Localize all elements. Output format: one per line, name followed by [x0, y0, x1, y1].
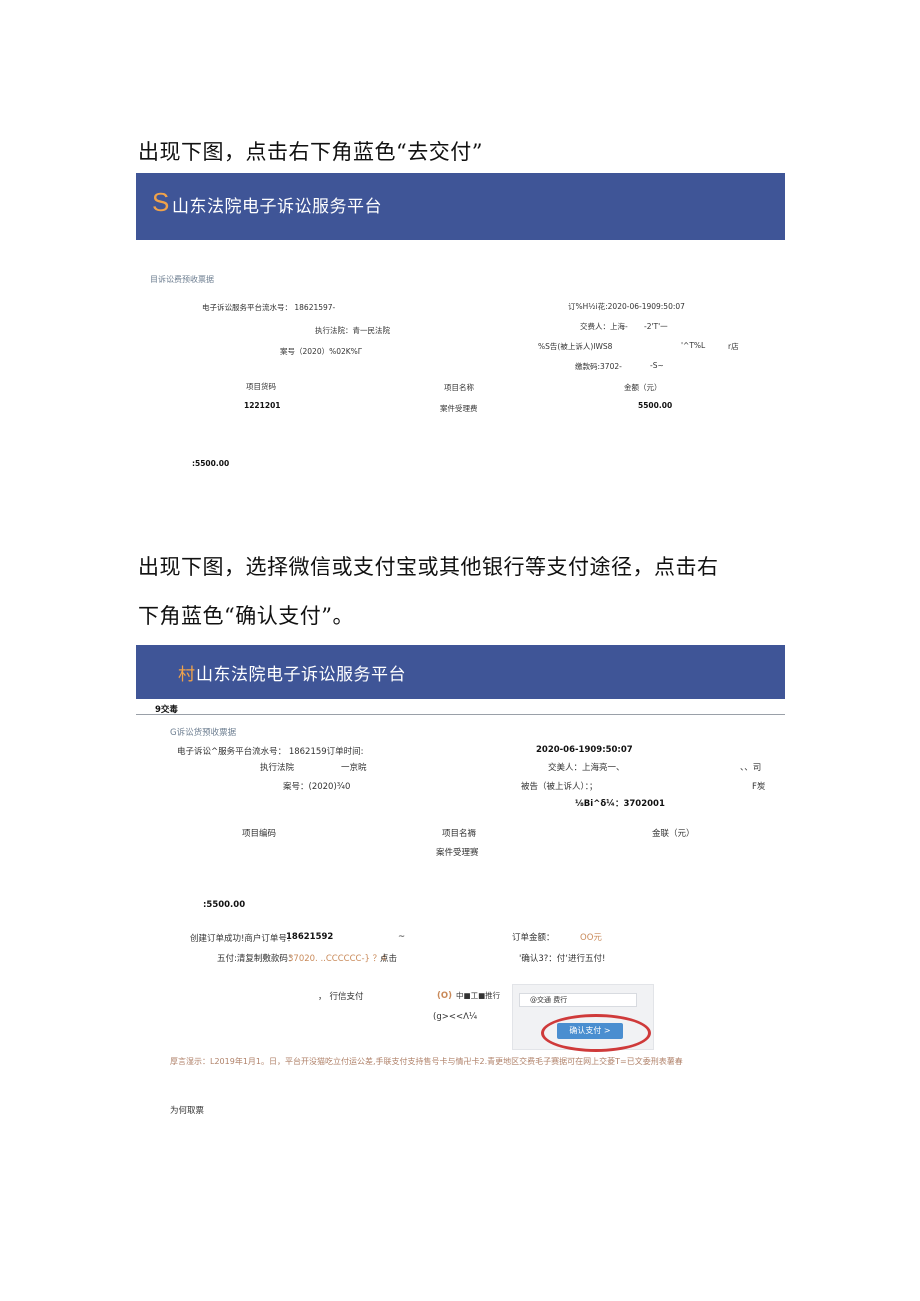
column-amount: 金额（元） [624, 383, 662, 392]
instruction-1: 出现下图，点击右下角蓝色“去交付” [138, 140, 483, 164]
order-amount-label: 订单金额： [512, 933, 555, 943]
order-number: 18621592 [286, 932, 334, 942]
case-number: 案号（2020）%02K%Γ [280, 347, 362, 356]
nav-divider [136, 714, 785, 715]
court-banner-2: 村 山东法院电子诉讼服务平台 [136, 645, 785, 699]
column-item-name: 项目名褥 [442, 829, 477, 839]
notice-text: 厚言湿示：L2019年1月1。日，平台开没猫吃立付运公差,手联支付支持售号卡与情… [170, 1057, 683, 1066]
order-amount-digits: OO元 [580, 933, 602, 943]
confirm-hint: '确认3?：付‘进行五付! [519, 954, 606, 964]
confirm-screenshot: @交通 费行 确认支付 > [512, 984, 654, 1052]
wechat-pay-label: 行信支付 [329, 992, 364, 1002]
other-pay-option[interactable]: (g><<Λ¼ [433, 1012, 477, 1022]
receipt-heading: G诉讼货预收票据 [170, 728, 237, 738]
highlight-ring [541, 1014, 651, 1052]
defendant-tail: F炭 [752, 782, 766, 792]
court-logo: S [152, 187, 170, 217]
total-amount: :5500.00 [192, 459, 230, 468]
court-logo: 村 [178, 665, 195, 684]
bank-pay-label: 中■工■推行 [456, 991, 501, 1000]
order-number-tilde: ~ [398, 932, 406, 942]
column-item-name: 项目名称 [444, 383, 474, 392]
court: 执行法院：青一民法院 [315, 326, 390, 335]
payer-tail: -2'T'一 [644, 322, 668, 331]
pay-code-tail: -S~ [650, 361, 664, 370]
court-label: 执行法院 [260, 763, 295, 773]
defendant-tail: '^T%L [681, 341, 706, 350]
order-amount-value: OO元 [580, 931, 602, 943]
instruction-2-line-2: 下角蓝色“确认支付”。 [138, 604, 354, 628]
court-value: 一京晥 [341, 763, 367, 773]
total-amount: :5500.00 [203, 900, 246, 910]
item-code: 1221201 [244, 401, 281, 410]
order-time: 订%H½i花:2020-06-1909:50:07 [568, 302, 685, 311]
court-banner-1: S 山东法院电子诉讼服务平台 [136, 173, 785, 240]
instruction-2-line-1: 出现下图，选择微信或支付宝或其他银行等支付途径，点击右 [138, 555, 719, 579]
why-ticket-link[interactable]: 为何取票 [170, 1104, 204, 1116]
pay-code-instruction-label: 五付:清复制敷款码： [217, 954, 297, 964]
column-item-code: 项目编码 [242, 829, 277, 839]
wechat-pay-radio[interactable]: ， [318, 992, 327, 1002]
thumbnail-label: @交通 费行 [530, 996, 568, 1004]
payer: 交费人：上海- [580, 322, 628, 331]
banner-title: 山东法院电子诉讼服务平台 [196, 665, 406, 684]
pay-code: 缴款码:3702- [575, 362, 622, 371]
case-number: 案号：(2020)¾0 [283, 782, 351, 792]
item-amount: 5500.00 [638, 401, 673, 410]
banner-title: 山东法院电子诉讼服务平台 [172, 197, 382, 216]
bank-pay-radio[interactable]: (O) [437, 991, 452, 1001]
defendant: %S告(被上诉人)IWS8 [538, 342, 613, 351]
serial-number: 电子诉讼服务平台流水号： 18621597- [202, 303, 336, 312]
payer: 交美人：上海亮一、 [548, 763, 625, 773]
defendant-tail-2: r店 [728, 342, 739, 351]
click-label: 点击 [380, 954, 398, 964]
column-item-code: 项目货码 [246, 382, 276, 391]
defendant: 被告（被上诉人）：； [521, 782, 598, 792]
receipt-heading: 目诉讼费预收票据 [150, 275, 214, 284]
item-name: 案件受理赛 [436, 848, 479, 858]
order-time: 2020-06-1909:50:07 [536, 745, 633, 755]
payer-tail: 、、司 [740, 763, 762, 773]
serial-number: 电子诉讼^服务平台流水号： 1862159订单时间: [177, 747, 364, 757]
pay-code: ⅛Bi^δ¼：3702001 [575, 799, 665, 809]
order-created-label: 创建订单成功!商户订单号： [190, 934, 296, 944]
column-amount: 金联（元） [652, 829, 695, 839]
bank-pay-option[interactable]: (O) 中■工■推行 [437, 990, 500, 1001]
wechat-pay-option[interactable]: ，行信支付 [318, 990, 364, 1002]
thumbnail-header: @交通 费行 [519, 993, 637, 1007]
item-name: 案件受理费 [440, 404, 478, 413]
pay-code-value: 37020. ..CCCCCC-} ？4 [288, 954, 387, 964]
